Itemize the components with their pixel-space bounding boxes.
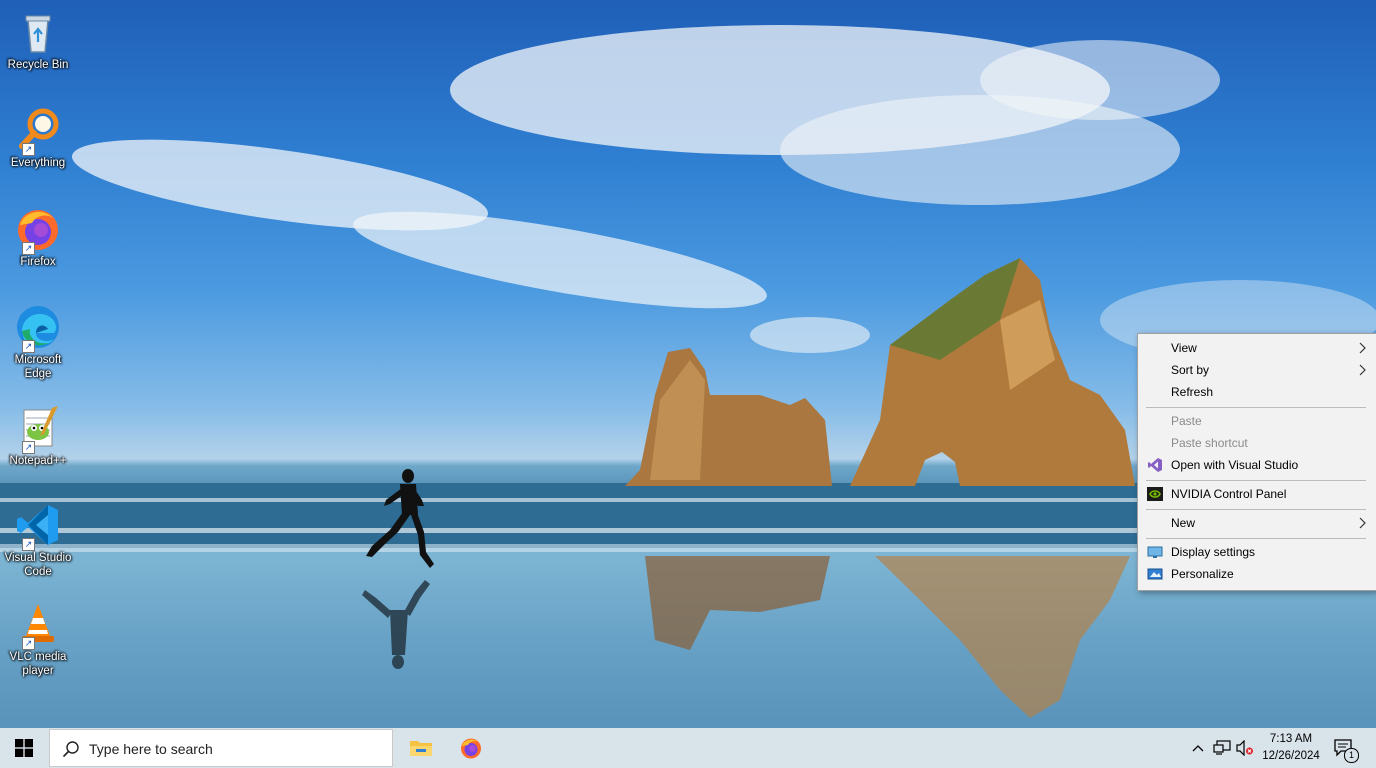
menu-separator <box>1146 538 1366 539</box>
menu-separator <box>1146 407 1366 408</box>
desktop-icon-label: Firefox <box>20 256 56 268</box>
menu-item-personalize[interactable]: Personalize <box>1138 563 1376 585</box>
vlc-icon: ↗ <box>14 600 62 650</box>
menu-item-new[interactable]: New <box>1138 512 1376 534</box>
chevron-right-icon <box>1359 342 1366 354</box>
desktop-icon-vlc[interactable]: ↗ VLC media player <box>2 600 74 678</box>
nvidia-icon <box>1146 485 1164 503</box>
menu-item-nvidia-control-panel[interactable]: NVIDIA Control Panel <box>1138 483 1376 505</box>
menu-item-refresh[interactable]: Refresh <box>1138 381 1376 403</box>
menu-item-paste: Paste <box>1138 410 1376 432</box>
shortcut-arrow-icon: ↗ <box>22 637 35 650</box>
menu-item-paste-shortcut: Paste shortcut <box>1138 432 1376 454</box>
menu-item-label: NVIDIA Control Panel <box>1171 487 1287 501</box>
menu-item-display-settings[interactable]: Display settings <box>1138 541 1376 563</box>
desktop-context-menu: View Sort by Refresh Paste Paste shortcu… <box>1137 333 1376 591</box>
menu-item-label: Paste <box>1171 414 1202 428</box>
menu-separator <box>1146 509 1366 510</box>
desktop-icon-label: VLC media player <box>9 651 67 677</box>
everything-search-icon: ↗ <box>14 106 62 156</box>
network-icon <box>1213 740 1231 755</box>
menu-item-label: Refresh <box>1171 385 1214 399</box>
desktop-icon-label: Visual Studio Code <box>4 552 72 578</box>
menu-item-label: Display settings <box>1171 545 1256 559</box>
shortcut-arrow-icon: ↗ <box>22 143 35 156</box>
desktop-icon-visual-studio-code[interactable]: ↗ Visual Studio Code <box>2 501 74 579</box>
volume-button[interactable] <box>1234 728 1256 768</box>
menu-item-label: Paste shortcut <box>1171 436 1248 450</box>
chevron-right-icon <box>1359 364 1366 376</box>
menu-item-label: View <box>1171 341 1197 355</box>
network-status-button[interactable] <box>1210 728 1234 768</box>
chevron-up-icon <box>1192 745 1204 752</box>
shortcut-arrow-icon: ↗ <box>22 538 35 551</box>
desktop-icon-label: Everything <box>10 157 66 169</box>
start-button[interactable] <box>0 728 48 768</box>
visual-studio-icon <box>1146 456 1164 474</box>
firefox-icon <box>461 738 481 759</box>
search-placeholder: Type here to search <box>89 741 213 757</box>
menu-separator <box>1146 480 1366 481</box>
menu-item-open-with-visual-studio[interactable]: Open with Visual Studio <box>1138 454 1376 476</box>
edge-icon: ↗ <box>14 303 62 353</box>
taskbar-app-firefox[interactable] <box>447 728 495 768</box>
menu-item-label: New <box>1171 516 1196 530</box>
shortcut-arrow-icon: ↗ <box>22 441 35 454</box>
clock-date: 12/26/2024 <box>1262 750 1320 762</box>
action-center-button[interactable]: 1 <box>1330 728 1359 768</box>
desktop-icon-everything[interactable]: ↗ Everything <box>2 106 74 170</box>
clock-time: 7:13 AM <box>1269 733 1313 745</box>
personalize-icon <box>1146 565 1164 583</box>
desktop-icon-notepad-plus-plus[interactable]: ↗ Notepad++ <box>2 404 74 468</box>
desktop-icon-label: Notepad++ <box>9 455 67 467</box>
desktop[interactable]: Recycle Bin ↗ Everything ↗ Firefox ↗ Mic… <box>0 0 1376 728</box>
desktop-icon-microsoft-edge[interactable]: ↗ Microsoft Edge <box>2 303 74 381</box>
shortcut-arrow-icon: ↗ <box>22 340 35 353</box>
display-settings-icon <box>1146 543 1164 561</box>
show-hidden-icons-button[interactable] <box>1188 728 1208 768</box>
desktop-icon-firefox[interactable]: ↗ Firefox <box>2 205 74 269</box>
desktop-icon-recycle-bin[interactable]: Recycle Bin <box>2 8 74 72</box>
menu-item-label: Open with Visual Studio <box>1171 458 1299 472</box>
notification-count-badge: 1 <box>1344 748 1359 763</box>
vscode-icon: ↗ <box>14 501 62 551</box>
menu-item-label: Sort by <box>1171 363 1210 377</box>
file-explorer-icon <box>410 741 432 756</box>
volume-muted-icon <box>1236 740 1253 756</box>
firefox-icon: ↗ <box>14 205 62 255</box>
desktop-icon-label: Microsoft Edge <box>14 354 62 380</box>
menu-item-view[interactable]: View <box>1138 337 1376 359</box>
taskbar-app-file-explorer[interactable] <box>397 728 445 768</box>
recycle-bin-icon <box>14 8 62 56</box>
desktop-icon-label: Recycle Bin <box>7 59 69 71</box>
taskbar-search-box[interactable]: Type here to search <box>49 729 393 767</box>
search-icon <box>62 741 79 758</box>
notepad-plus-plus-icon: ↗ <box>14 404 62 454</box>
taskbar-clock[interactable]: 7:13 AM 12/26/2024 <box>1254 731 1328 765</box>
chevron-right-icon <box>1359 517 1366 529</box>
taskbar: Type here to search 7:13 AM 12/26/2024 1 <box>0 728 1376 768</box>
menu-item-label: Personalize <box>1171 567 1234 581</box>
shortcut-arrow-icon: ↗ <box>22 242 35 255</box>
windows-logo-icon <box>15 739 33 757</box>
menu-item-sort-by[interactable]: Sort by <box>1138 359 1376 381</box>
